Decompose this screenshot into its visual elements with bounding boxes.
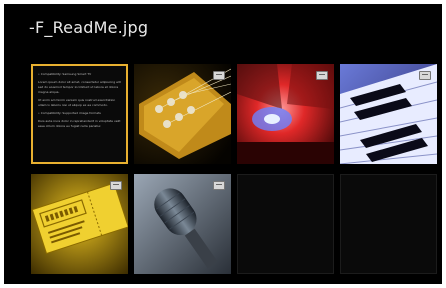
readme-paragraph: • Compatibility: Samsung Smart TV <box>38 72 92 76</box>
readme-paragraph: • Compatibility: Supported image formats <box>38 111 101 115</box>
readme-paragraph: Ut enim ad minim veniam quis nostrud exe… <box>38 98 116 107</box>
readme-preview-text: • Compatibility: Samsung Smart TV Lorem … <box>38 72 123 132</box>
thumbnail-grid: • Compatibility: Samsung Smart TV Lorem … <box>31 64 437 274</box>
empty-thumbnail-slot <box>340 174 437 274</box>
thumbnail-microphone[interactable] <box>134 174 231 274</box>
thumbnail-ticket[interactable] <box>31 174 128 274</box>
image-type-icon <box>419 71 431 80</box>
image-type-icon <box>110 181 122 190</box>
thumbnail-guitar[interactable] <box>134 64 231 164</box>
readme-paragraph: Duis aute irure dolor in reprehenderit i… <box>38 119 121 128</box>
readme-paragraph: Lorem ipsum dolor sit amet, consectetur … <box>38 80 121 94</box>
image-type-icon <box>316 71 328 80</box>
thumbnail-piano[interactable] <box>340 64 437 164</box>
empty-thumbnail-slot <box>237 174 334 274</box>
image-type-icon <box>213 181 225 190</box>
thumbnail-readme[interactable]: • Compatibility: Samsung Smart TV Lorem … <box>31 64 128 164</box>
thumbnail-concert[interactable] <box>237 64 334 164</box>
image-type-icon <box>213 71 225 80</box>
page-title: -F_ReadMe.jpg <box>29 18 149 37</box>
photo-browser-screen: -F_ReadMe.jpg • Compatibility: Samsung S… <box>4 4 442 284</box>
